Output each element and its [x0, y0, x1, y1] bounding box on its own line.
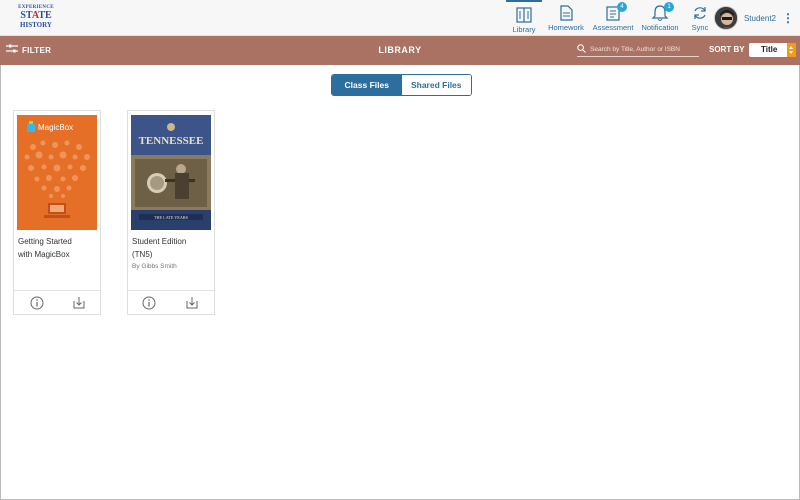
book-card-footer: [128, 290, 214, 314]
nav-homework[interactable]: Homework: [546, 0, 586, 36]
tab-class-files[interactable]: Class Files: [332, 75, 402, 95]
homework-icon: [556, 4, 576, 22]
book-author: By Gibbs Smith: [132, 263, 177, 270]
filter-button[interactable]: FILTER: [6, 44, 51, 56]
search-box: [577, 42, 699, 57]
experience-state-history-logo[interactable]: EXPERIENCE STATE HISTORY: [12, 5, 60, 31]
book-card[interactable]: MagicBox Getting Started with MagicBox: [13, 110, 101, 315]
logo-line3: HISTORY: [20, 21, 52, 29]
tennessee-cover-subtitle: THE LATE YEARS: [154, 215, 189, 220]
nav-assessment-label: Assessment: [592, 23, 634, 32]
library-content: Class Files Shared Files MagicBox Gettin…: [0, 65, 800, 500]
nav-sync-label: Sync: [691, 23, 709, 32]
user-name[interactable]: Student2: [744, 14, 776, 23]
sort-by-label: SORT BY: [709, 45, 745, 54]
download-icon[interactable]: [185, 296, 199, 310]
avatar[interactable]: [713, 6, 738, 30]
user-menu[interactable]: Student2 ⋮: [713, 5, 794, 31]
book-cover-tennessee[interactable]: TENNESSEE THE LATE YEARS: [131, 115, 211, 230]
tennessee-cover-art: TENNESSEE THE LATE YEARS: [131, 115, 211, 230]
book-card[interactable]: TENNESSEE THE LATE YEARS Student Edition…: [127, 110, 215, 315]
nav-library[interactable]: Library: [506, 0, 542, 36]
sort-select[interactable]: Title: [749, 43, 796, 57]
book-title[interactable]: Getting Started with MagicBox: [18, 235, 98, 261]
book-title[interactable]: Student Edition (TN5): [132, 235, 212, 261]
info-icon[interactable]: [142, 296, 156, 310]
info-icon[interactable]: [30, 296, 44, 310]
nav-homework-label: Homework: [548, 23, 584, 32]
nav-sync[interactable]: Sync: [686, 0, 714, 36]
search-input[interactable]: [590, 45, 694, 53]
library-icon: [514, 6, 534, 24]
book-card-footer: [14, 290, 100, 314]
search-icon: [577, 40, 586, 58]
assessment-badge: 4: [617, 2, 627, 12]
nav-notification-label: Notification: [641, 23, 679, 32]
logo-line2: STATE: [20, 10, 52, 21]
magicbox-logo: MagicBox: [27, 120, 74, 132]
top-navigation-bar: EXPERIENCE STATE HISTORY Library Homewor…: [0, 0, 800, 36]
magicbox-cover-brand: MagicBox: [38, 123, 74, 132]
magicbox-logo-icon: [27, 120, 35, 132]
sort-arrows-icon: [787, 43, 796, 57]
book-cover-magicbox[interactable]: MagicBox: [17, 115, 97, 230]
more-options-icon[interactable]: ⋮: [782, 12, 794, 24]
nav-library-label: Library: [512, 25, 536, 34]
download-icon[interactable]: [72, 296, 86, 310]
file-tabs: Class Files Shared Files: [331, 74, 472, 96]
filter-icon: [6, 44, 18, 56]
nav-assessment[interactable]: 4 Assessment: [591, 0, 635, 36]
nav-notification[interactable]: 1 Notification: [639, 0, 681, 36]
library-toolbar: FILTER LIBRARY SORT BY Title: [0, 36, 800, 65]
magicbox-cover-art: [24, 140, 90, 218]
assessment-icon: 4: [603, 2, 627, 22]
bell-icon: 1: [650, 2, 674, 22]
tab-shared-files[interactable]: Shared Files: [401, 75, 471, 95]
notification-badge: 1: [664, 2, 674, 12]
filter-label: FILTER: [22, 45, 52, 55]
sync-icon: [690, 4, 710, 22]
tennessee-cover-title: TENNESSEE: [139, 135, 204, 147]
sort-select-value: Title: [761, 45, 778, 54]
